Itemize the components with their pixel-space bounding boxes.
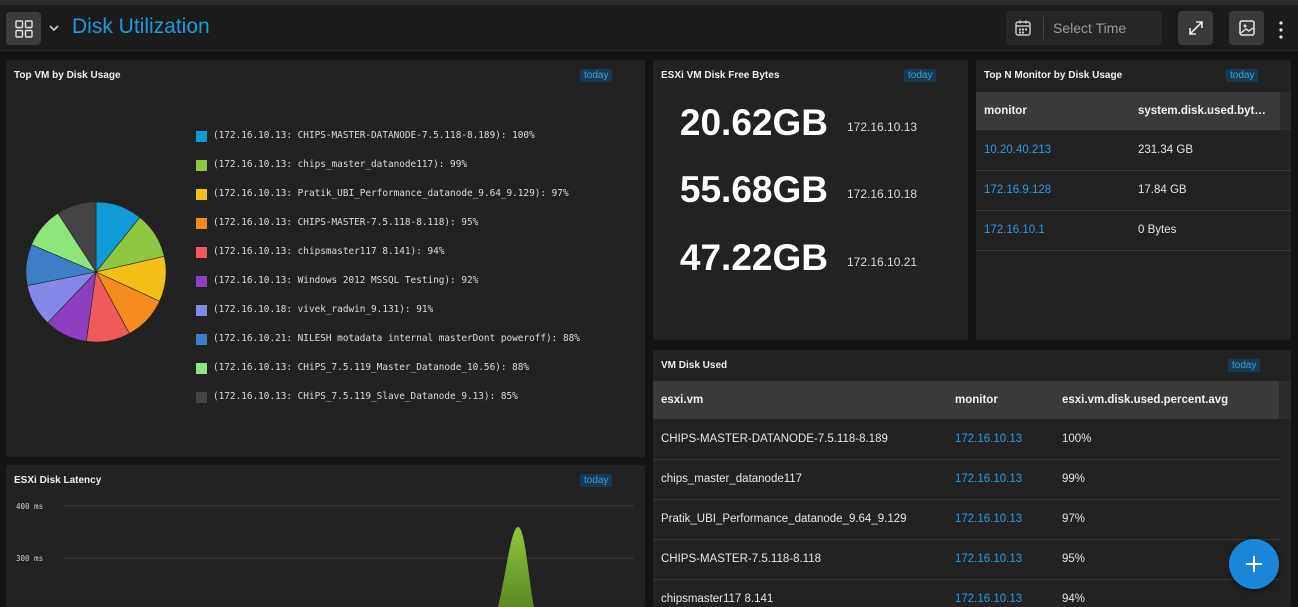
panel-title: Top VM by Disk Usage [14, 70, 121, 81]
table-header-row: esxi.vm monitor esxi.vm.disk.used.percen… [653, 381, 1291, 419]
time-placeholder: Select Time [1053, 20, 1127, 36]
legend-swatch [196, 392, 207, 403]
legend-swatch [196, 218, 207, 229]
monitor-link[interactable]: 10.20.40.213 [976, 130, 1130, 171]
top-bar: Disk Utilization Select Time [0, 0, 1298, 51]
monitor-link[interactable]: 172.16.10.13 [947, 539, 1054, 580]
panel-title: VM Disk Used [661, 360, 728, 371]
table-header-row: monitor system.disk.used.bytes... [976, 92, 1291, 130]
time-picker[interactable]: Select Time [1006, 11, 1162, 45]
legend-label: (172.16.10.13: chipsmaster117 8.141): 94… [213, 246, 445, 257]
legend-swatch [196, 131, 207, 142]
free-bytes-row: 55.68GB 172.16.10.18 [653, 167, 968, 217]
today-badge: today [904, 69, 937, 82]
legend-label: (172.16.10.13: CHiPS_7.5.119_Slave_Datan… [213, 391, 518, 402]
monitor-ip: 172.16.10.13 [847, 120, 918, 134]
legend-label: (172.16.10.13: CHiPS_7.5.119_Master_Data… [213, 362, 530, 373]
disk-used-value: 17.84 GB [1130, 170, 1280, 211]
column-header-monitor[interactable]: monitor [976, 92, 1130, 130]
table-row: CHIPS-MASTER-DATANODE-7.5.118-8.189 172.… [653, 419, 1291, 460]
add-widget-button[interactable] [1229, 539, 1279, 589]
legend-label: (172.16.10.13: Pratik_UBI_Performance_da… [213, 188, 569, 199]
legend-swatch [196, 189, 207, 200]
pie-chart [25, 201, 167, 343]
column-header-monitor[interactable]: monitor [947, 381, 1054, 419]
free-bytes-value: 55.68GB [679, 169, 828, 210]
latency-panel: ESXi Disk Latency today 400 ms 300 ms [6, 465, 645, 607]
column-header-esxi-vm[interactable]: esxi.vm [653, 381, 947, 419]
vm-name: chips_master_datanode117 [653, 459, 947, 500]
column-header-disk-used[interactable]: system.disk.used.bytes... [1130, 92, 1280, 130]
today-badge: today [580, 69, 613, 82]
monitor-link[interactable]: 172.16.10.13 [947, 499, 1054, 540]
legend-swatch [196, 305, 207, 316]
used-percent: 97% [1054, 499, 1279, 540]
disk-used-value: 0 Bytes [1130, 210, 1280, 251]
monitor-link[interactable]: 172.16.10.13 [947, 459, 1054, 500]
dashboard-grid-button[interactable] [6, 12, 41, 45]
legend-label: (172.16.10.13: chips_master_datanode117)… [213, 159, 467, 170]
chevron-down-icon[interactable] [47, 21, 61, 35]
panel-title: ESXi VM Disk Free Bytes [661, 70, 780, 81]
vm-name: chipsmaster117 8.141 [653, 579, 947, 607]
legend-label: (172.16.10.21: NILESH motadata internal … [213, 333, 580, 344]
free-bytes-panel: ESXi VM Disk Free Bytes today 20.62GB 17… [653, 60, 968, 340]
vm-name: Pratik_UBI_Performance_datanode_9.64_9.1… [653, 499, 947, 540]
free-bytes-value: 20.62GB [679, 102, 828, 143]
image-icon [1238, 20, 1255, 36]
table-row: Pratik_UBI_Performance_datanode_9.64_9.1… [653, 499, 1291, 540]
free-bytes-row: 20.62GB 172.16.10.13 [653, 100, 968, 150]
top-monitor-panel: Top N Monitor by Disk Usage today monito… [976, 60, 1291, 340]
column-header-used-percent[interactable]: esxi.vm.disk.used.percent.avg [1054, 381, 1279, 419]
monitor-link[interactable]: 172.16.9.128 [976, 170, 1130, 211]
monitor-link[interactable]: 172.16.10.13 [947, 419, 1054, 460]
page-title: Disk Utilization [72, 15, 210, 38]
plus-icon [1246, 556, 1262, 572]
grid-icon [14, 19, 33, 38]
latency-series [498, 527, 534, 607]
legend-swatch [196, 276, 207, 287]
legend-label: (172.16.10.18: vivek_radwin_9.131): 91% [213, 304, 434, 315]
monitor-ip: 172.16.10.21 [847, 255, 918, 269]
table-row: chips_master_datanode117 172.16.10.13 99… [653, 459, 1291, 500]
top-vm-panel: Top VM by Disk Usage today (172.16.10.13… [6, 60, 645, 457]
table-row: 172.16.10.1 0 Bytes [976, 210, 1291, 251]
column-header-filler [1280, 92, 1291, 130]
fullscreen-button[interactable] [1178, 11, 1213, 45]
divider [1043, 17, 1044, 39]
monitor-link[interactable]: 172.16.10.1 [976, 210, 1130, 251]
legend-label: (172.16.10.13: CHIPS-MASTER-7.5.118-8.11… [213, 217, 479, 228]
table-row: chipsmaster117 8.141 172.16.10.13 94% [653, 579, 1291, 607]
column-header-filler [1279, 381, 1291, 419]
used-percent: 100% [1054, 419, 1279, 460]
monitor-link[interactable]: 172.16.10.13 [947, 579, 1054, 607]
free-bytes-value: 47.22GB [679, 237, 828, 278]
today-badge: today [1226, 69, 1259, 82]
table-row: 10.20.40.213 231.34 GB [976, 130, 1291, 171]
expand-icon [1188, 21, 1203, 35]
legend-swatch [196, 334, 207, 345]
disk-used-value: 231.34 GB [1130, 130, 1280, 171]
vm-name: CHIPS-MASTER-DATANODE-7.5.118-8.189 [653, 419, 947, 460]
export-image-button[interactable] [1229, 11, 1264, 45]
calendar-icon [1015, 20, 1031, 36]
legend-swatch [196, 363, 207, 374]
kebab-menu-icon[interactable] [1276, 19, 1286, 41]
legend-swatch [196, 247, 207, 258]
table-row: CHIPS-MASTER-7.5.118-8.118 172.16.10.13 … [653, 539, 1291, 580]
legend-label: (172.16.10.13: Windows 2012 MSSQL Testin… [213, 275, 479, 286]
table-row: 172.16.9.128 17.84 GB [976, 170, 1291, 211]
top-monitor-table: monitor system.disk.used.bytes... 10.20.… [976, 92, 1291, 251]
used-percent: 99% [1054, 459, 1279, 500]
monitor-ip: 172.16.10.18 [847, 187, 918, 201]
vm-disk-used-table: esxi.vm monitor esxi.vm.disk.used.percen… [653, 381, 1291, 607]
vm-name: CHIPS-MASTER-7.5.118-8.118 [653, 539, 947, 580]
legend-label: (172.16.10.13: CHIPS-MASTER-DATANODE-7.5… [213, 130, 535, 141]
free-bytes-row: 47.22GB 172.16.10.21 [653, 235, 968, 285]
legend-swatch [196, 160, 207, 171]
panel-title: Top N Monitor by Disk Usage [984, 70, 1123, 81]
vm-disk-used-panel: VM Disk Used today esxi.vm monitor esxi.… [653, 350, 1291, 607]
today-badge: today [1228, 359, 1261, 372]
latency-area-chart [63, 505, 634, 607]
